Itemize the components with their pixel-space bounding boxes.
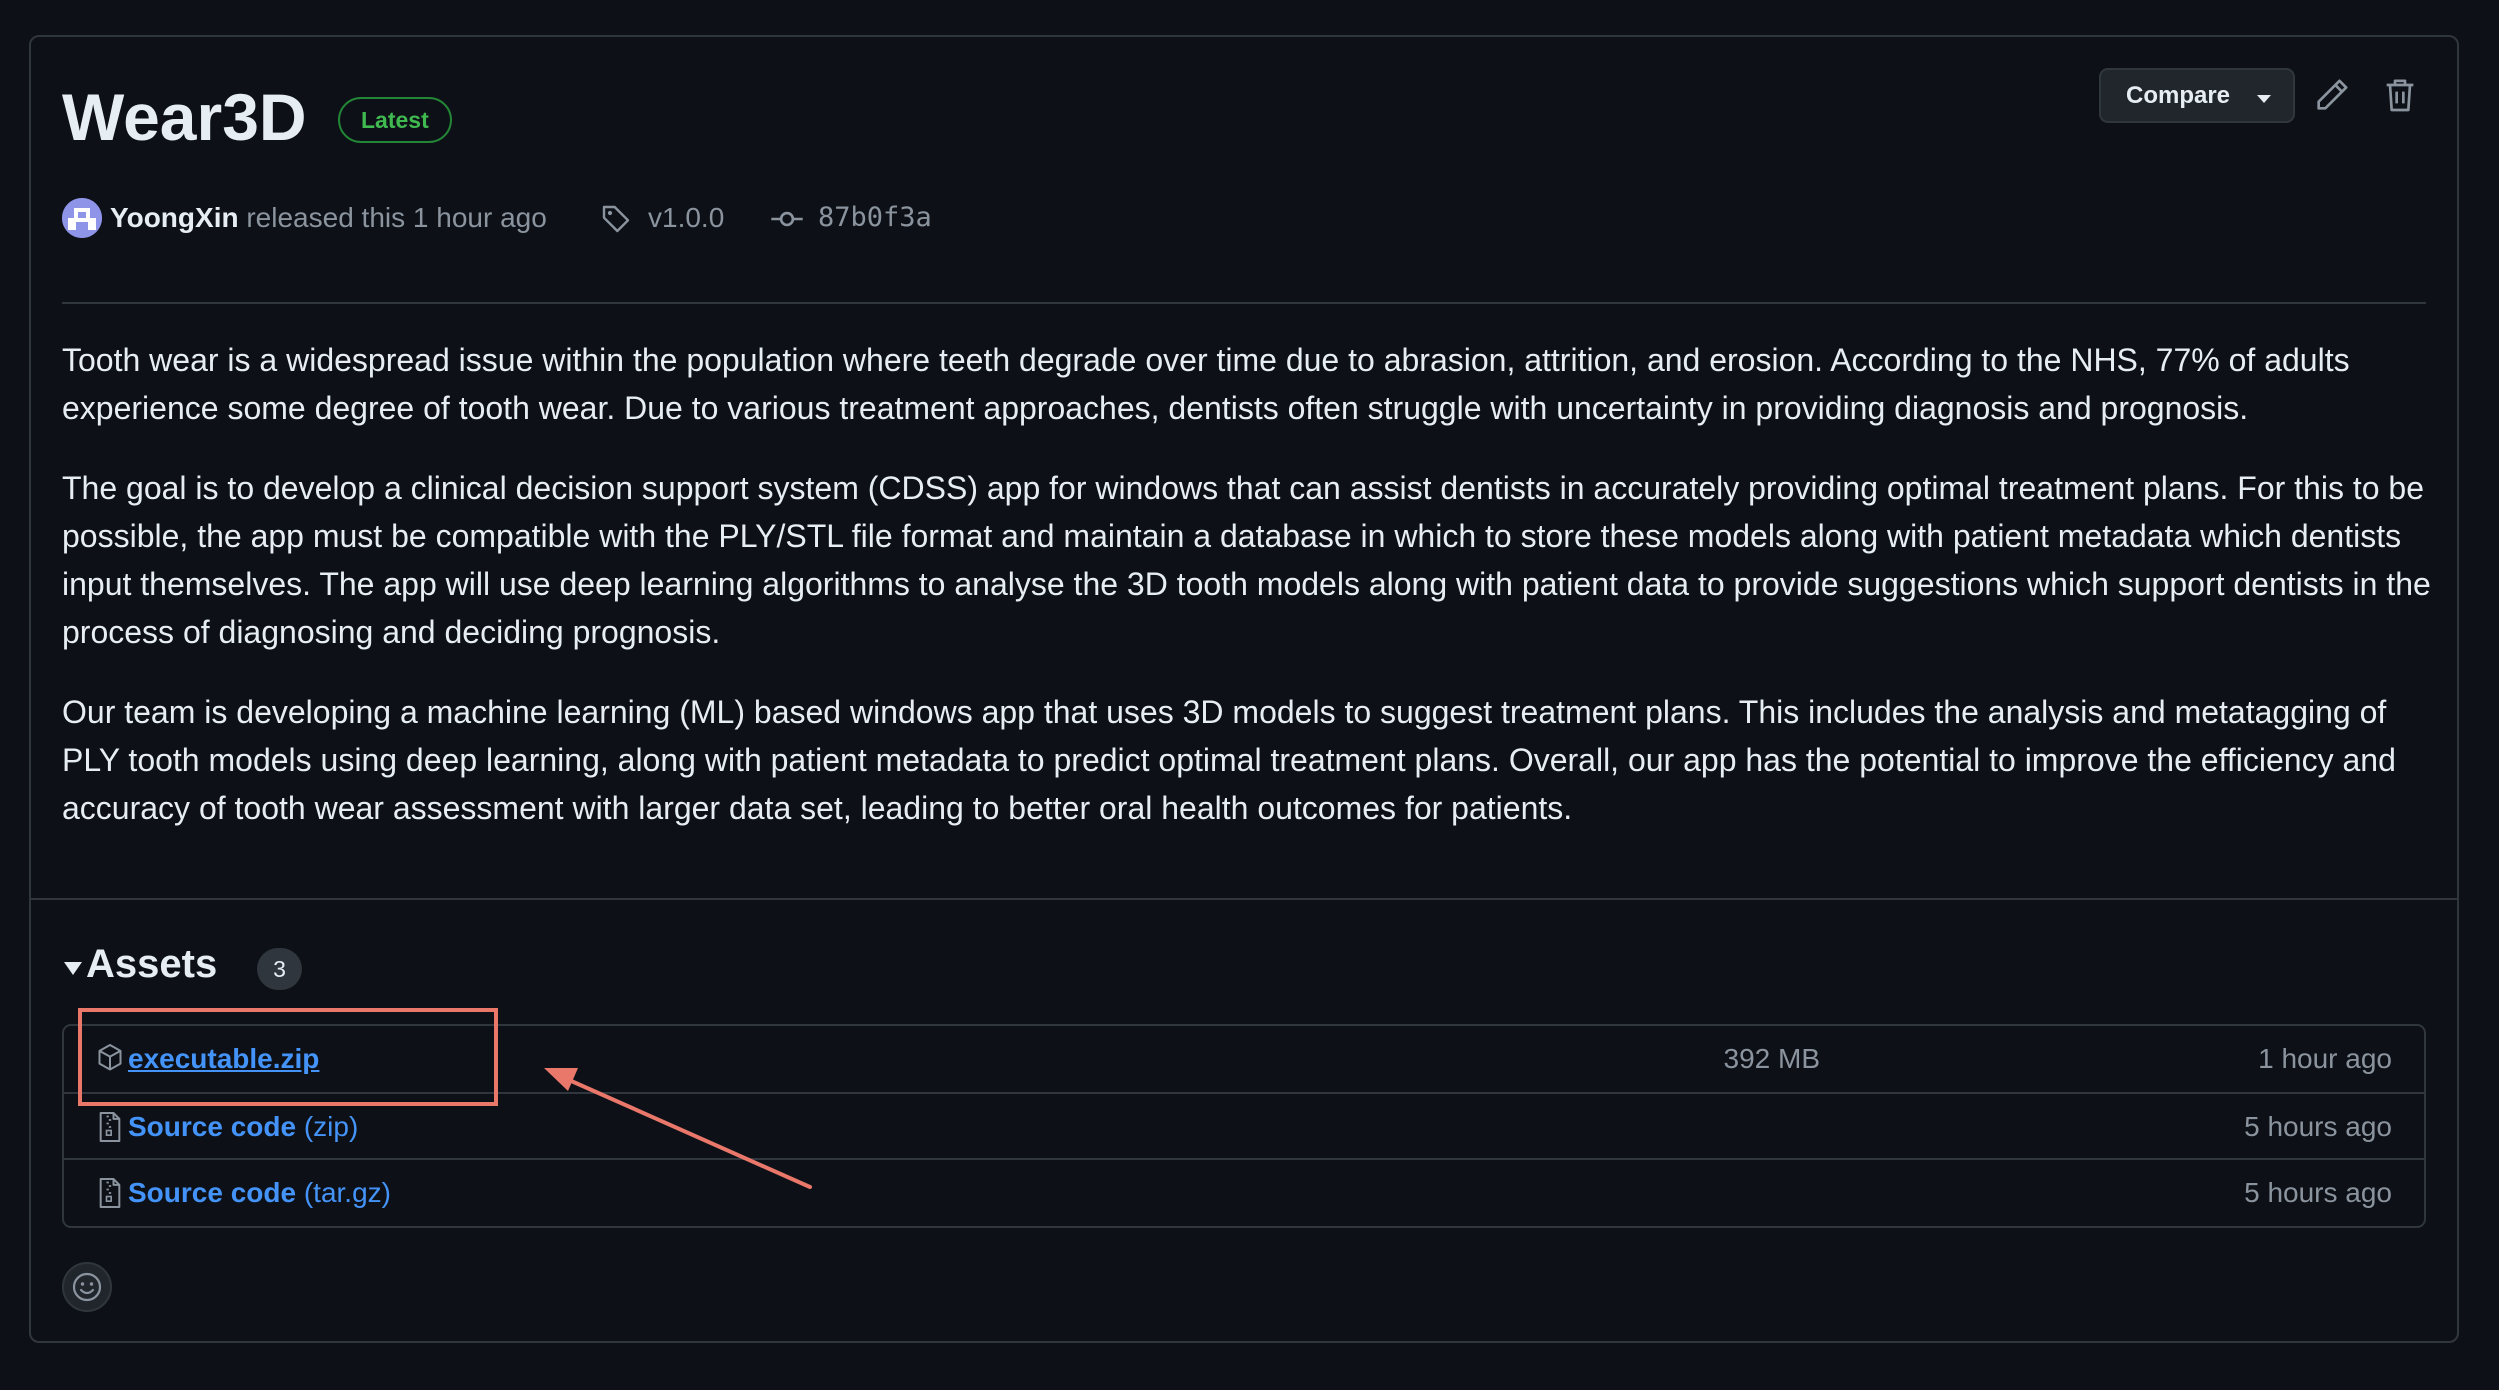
compare-label: Compare: [2126, 82, 2231, 109]
asset-name: Source code: [128, 1177, 297, 1208]
avatar[interactable]: [62, 198, 102, 238]
commit-icon: [771, 211, 803, 227]
compare-button[interactable]: Compare: [2099, 68, 2295, 123]
author-link[interactable]: YoongXin: [110, 202, 239, 233]
chevron-down-icon: [2257, 95, 2271, 103]
asset-link-source-targz[interactable]: Source code (tar.gz): [128, 1160, 391, 1226]
smiley-icon: [72, 1272, 102, 1302]
asset-ext: (zip): [296, 1111, 359, 1142]
asset-ext: (tar.gz): [296, 1177, 391, 1208]
release-meta: YoongXin released this 1 hour ago: [110, 198, 547, 238]
file-zip-icon: [99, 1178, 121, 1208]
asset-name: Source code: [128, 1111, 297, 1142]
pencil-icon[interactable]: [2312, 75, 2352, 115]
assets-heading: Assets: [86, 942, 218, 986]
asset-size: 392 MB: [1723, 1043, 1821, 1074]
latest-badge: Latest: [338, 97, 452, 143]
asset-time: 5 hours ago: [2244, 1177, 2392, 1208]
avatar-identicon-icon: [62, 198, 102, 238]
release-notes: Tooth wear is a widespread issue within …: [62, 336, 2432, 864]
file-zip-icon: [99, 1112, 121, 1142]
caret-down-icon: [64, 962, 82, 975]
asset-time: 5 hours ago: [2244, 1111, 2392, 1142]
notes-paragraph: Tooth wear is a widespread issue within …: [62, 342, 2350, 426]
annotation-arrow-icon: [544, 1068, 812, 1189]
assets-divider: [31, 898, 2457, 900]
commit-link[interactable]: 87b0f3a: [818, 198, 932, 238]
release-title[interactable]: Wear3D: [62, 72, 307, 162]
asset-row: Source code (tar.gz) 5 hours ago: [64, 1158, 2424, 1226]
notes-paragraph: The goal is to develop a clinical decisi…: [62, 470, 2431, 650]
trash-icon[interactable]: [2380, 75, 2420, 115]
header-divider: [62, 302, 2426, 304]
notes-paragraph: Our team is developing a machine learnin…: [62, 694, 2396, 826]
tag-icon: [602, 205, 630, 233]
tag-link[interactable]: v1.0.0: [648, 198, 724, 238]
annotation-highlight-box: [78, 1008, 498, 1106]
add-reaction-button[interactable]: [62, 1262, 112, 1312]
asset-time: 1 hour ago: [2258, 1043, 2392, 1074]
assets-count-badge: 3: [257, 948, 302, 990]
released-text: released this 1 hour ago: [238, 202, 547, 233]
